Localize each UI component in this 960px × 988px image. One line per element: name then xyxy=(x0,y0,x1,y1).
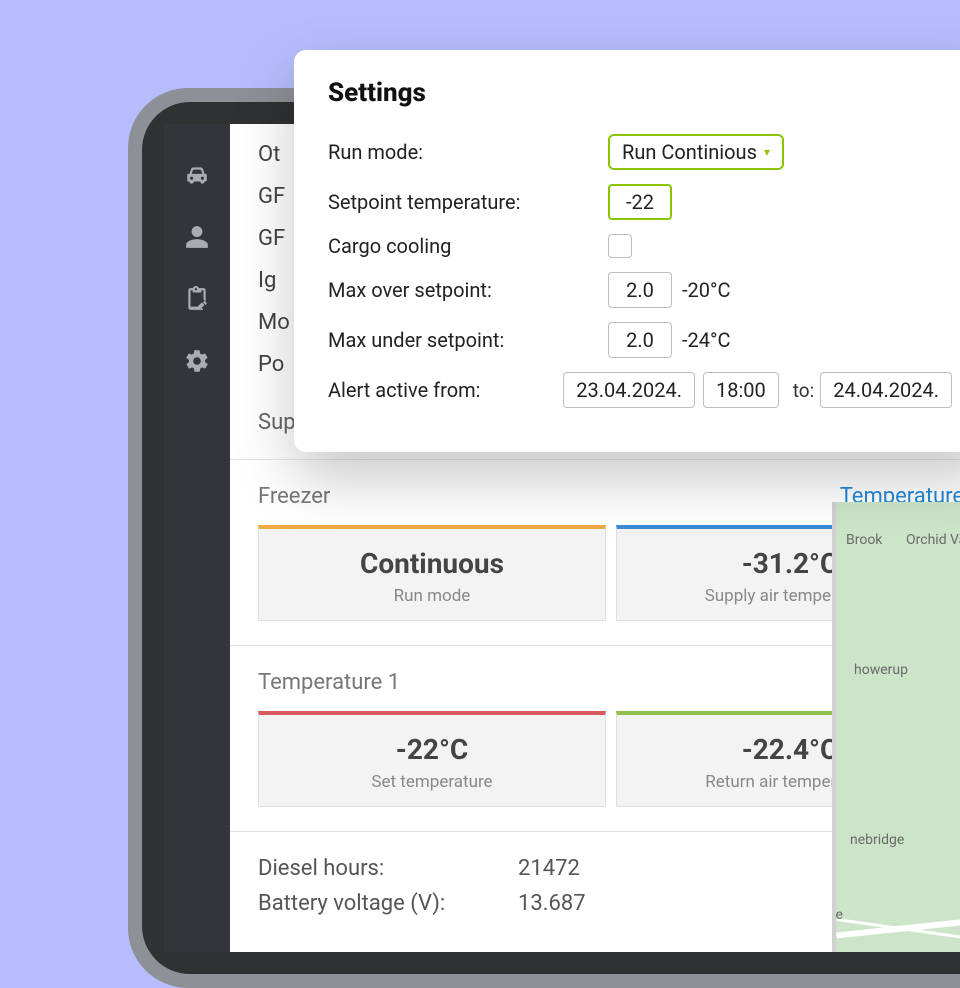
clipboard-icon[interactable] xyxy=(184,286,210,312)
run-mode-card: Continuous Run mode xyxy=(258,525,606,621)
alert-time-from[interactable]: 18:00 xyxy=(703,372,779,408)
car-icon[interactable] xyxy=(184,162,210,188)
sidebar xyxy=(164,124,230,952)
alert-date-from[interactable]: 23.04.2024. xyxy=(563,372,695,408)
person-icon[interactable] xyxy=(184,224,210,250)
diesel-hours-label: Diesel hours: xyxy=(258,856,518,881)
cargo-cooling-label: Cargo cooling xyxy=(328,234,608,258)
alert-active-label: Alert active from: xyxy=(328,378,563,402)
max-over-input[interactable]: 2.0 xyxy=(608,272,672,308)
map-label: Orchid Va xyxy=(906,532,960,548)
alert-to-label: to: xyxy=(793,379,814,402)
setpoint-input[interactable]: -22 xyxy=(608,184,672,220)
freezer-title: Freezer xyxy=(258,484,330,509)
temp1-title: Temperature 1 xyxy=(258,670,400,695)
map-panel[interactable]: Brook Orchid Va howerup nebridge rve xyxy=(832,502,960,952)
run-mode-value: Continuous xyxy=(259,547,605,580)
settings-panel: Settings Run mode: Run Continious ▾ Setp… xyxy=(294,50,960,452)
setpoint-label: Setpoint temperature: xyxy=(328,190,608,214)
set-temp-value: -22°C xyxy=(259,733,605,766)
set-temp-label: Set temperature xyxy=(259,772,605,792)
run-mode-select[interactable]: Run Continious ▾ xyxy=(608,134,784,170)
map-label: howerup xyxy=(854,662,908,678)
map-label: rve xyxy=(832,907,843,923)
max-under-result: -24°C xyxy=(682,328,731,352)
map-label: nebridge xyxy=(850,832,904,848)
diesel-hours-value: 21472 xyxy=(518,856,580,881)
run-mode-label: Run mode xyxy=(259,586,605,606)
max-over-result: -20°C xyxy=(682,278,731,302)
battery-voltage-value: 13.687 xyxy=(518,891,586,916)
max-under-input[interactable]: 2.0 xyxy=(608,322,672,358)
run-mode-selected: Run Continious xyxy=(622,140,757,164)
run-mode-label: Run mode: xyxy=(328,140,608,164)
alert-date-to[interactable]: 24.04.2024. xyxy=(820,372,952,408)
gear-icon[interactable] xyxy=(184,348,210,374)
chevron-down-icon: ▾ xyxy=(764,145,770,159)
max-over-label: Max over setpoint: xyxy=(328,278,608,302)
max-under-label: Max under setpoint: xyxy=(328,328,608,352)
settings-title: Settings xyxy=(328,78,960,108)
set-temp-card: -22°C Set temperature xyxy=(258,711,606,807)
battery-voltage-label: Battery voltage (V): xyxy=(258,891,518,916)
cargo-cooling-checkbox[interactable] xyxy=(608,234,632,258)
map-label: Brook xyxy=(846,532,882,548)
